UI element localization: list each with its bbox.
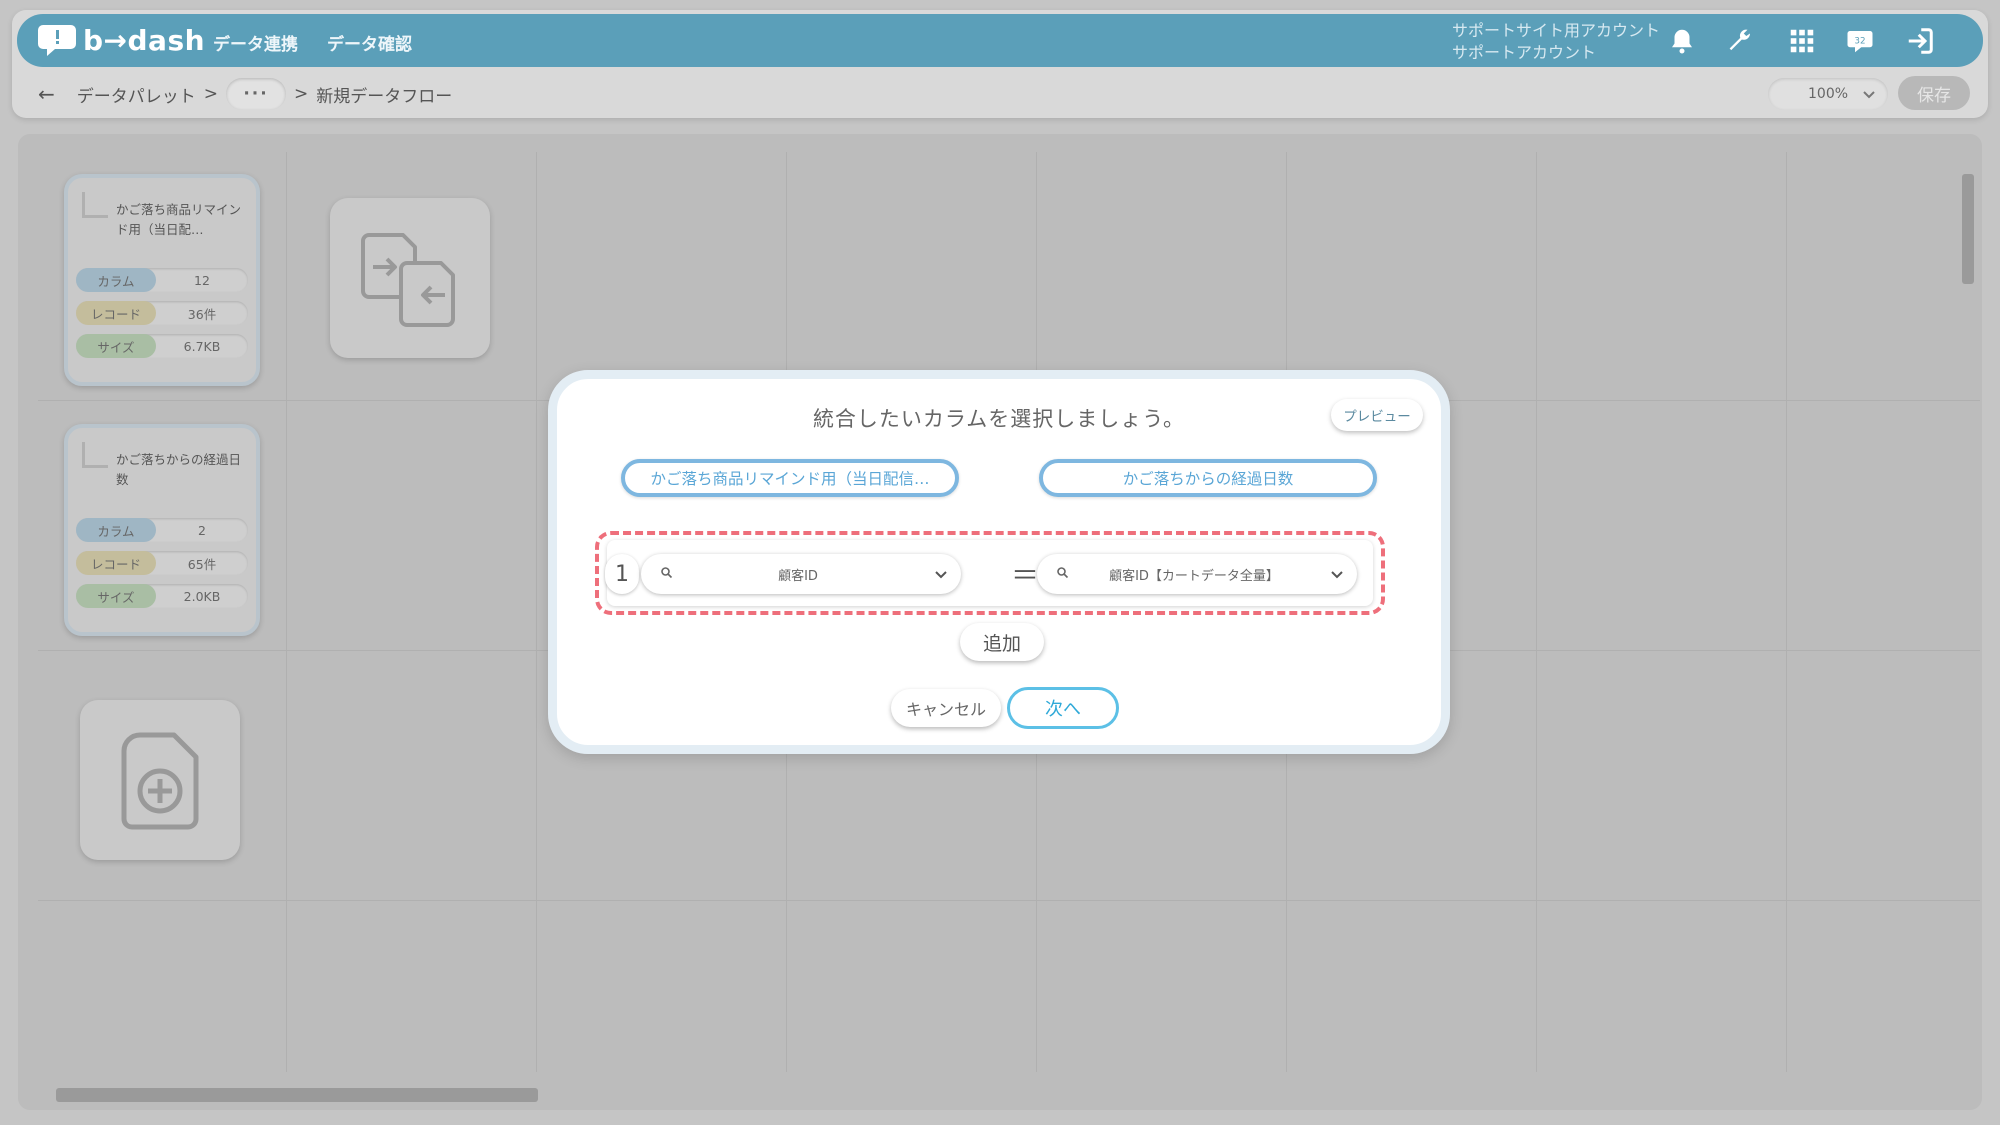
- chat-badge-icon[interactable]: 32: [1843, 24, 1877, 58]
- add-file-icon: [121, 732, 199, 830]
- nav-data-integration[interactable]: データ連携: [213, 30, 298, 55]
- merge-node[interactable]: [330, 198, 490, 358]
- right-column-select[interactable]: 顧客ID【カートデータ全量】: [1037, 554, 1357, 594]
- node-title: かご落ちからの経過日数: [116, 452, 242, 487]
- apps-grid-icon[interactable]: [1785, 24, 1819, 58]
- join-condition-highlight: 1 顧客ID ＝ 顧客ID【カートデータ全量】: [595, 531, 1385, 615]
- account-info[interactable]: サポートサイト用アカウント サポートアカウント: [1452, 20, 1660, 64]
- brand-logo[interactable]: b→dash: [37, 20, 205, 60]
- search-icon: [1057, 567, 1069, 579]
- cancel-button[interactable]: キャンセル: [891, 689, 1001, 727]
- document-icon: [82, 192, 108, 218]
- left-column-value: 顧客ID: [778, 568, 818, 584]
- chevron-down-icon: [1331, 571, 1343, 579]
- add-condition-button[interactable]: 追加: [960, 623, 1044, 661]
- search-icon: [661, 567, 673, 579]
- bell-icon[interactable]: [1665, 24, 1699, 58]
- zoom-value: 100%: [1808, 86, 1849, 102]
- stat-size: サイズ 2.0KB: [76, 584, 248, 608]
- node-title: かご落ち商品リマインド用（当日配…: [116, 202, 242, 237]
- scrollbar-thumb[interactable]: [56, 1088, 538, 1102]
- breadcrumb-root[interactable]: データパレット: [77, 82, 196, 107]
- join-condition-row: 1 顧客ID ＝ 顧客ID【カートデータ全量】: [605, 540, 1373, 606]
- top-nav-bar: b→dash データ連携 データ確認 サポートサイト用アカウント サポートアカウ…: [17, 14, 1983, 67]
- stat-columns: カラム 12: [76, 268, 248, 292]
- stat-columns: カラム 2: [76, 518, 248, 542]
- equals-sign: ＝: [1011, 559, 1040, 592]
- add-data-node[interactable]: [80, 700, 240, 860]
- breadcrumb-more-button[interactable]: ···: [226, 78, 287, 110]
- row-number: 1: [605, 554, 639, 594]
- stat-records: レコード 65件: [76, 551, 248, 575]
- back-arrow-icon[interactable]: ←: [38, 82, 55, 106]
- left-column-select[interactable]: 顧客ID: [641, 554, 961, 594]
- account-name: サポートサイト用アカウント: [1452, 21, 1661, 40]
- horizontal-scrollbar[interactable]: [38, 1086, 1958, 1102]
- logout-icon[interactable]: [1903, 24, 1937, 58]
- save-button[interactable]: 保存: [1898, 76, 1970, 110]
- account-sub: サポートアカウント: [1452, 43, 1597, 62]
- vertical-scrollbar[interactable]: [1960, 158, 1976, 1078]
- document-icon: [82, 442, 108, 468]
- merge-files-icon: [361, 233, 455, 327]
- data-node-2[interactable]: かご落ちからの経過日数 カラム 2 レコード 65件 サイズ 2.0KB: [64, 424, 260, 636]
- breadcrumb: ← データパレット > ··· > 新規データフロー: [38, 78, 453, 110]
- next-button[interactable]: 次へ: [1007, 687, 1119, 729]
- modal-title: 統合したいカラムを選択しましょう。: [812, 407, 1186, 431]
- join-columns-modal: 統合したいカラムを選択しましょう。 プレビュー かご落ち商品リマインド用（当日配…: [548, 370, 1450, 754]
- right-source-button[interactable]: かご落ちからの経過日数: [1039, 459, 1377, 497]
- breadcrumb-current: 新規データフロー: [316, 86, 453, 107]
- stat-records: レコード 36件: [76, 301, 248, 325]
- wrench-icon[interactable]: [1723, 24, 1757, 58]
- speech-bubble-logo-icon: [37, 23, 77, 57]
- chevron-down-icon: [1863, 91, 1875, 99]
- breadcrumb-separator: >: [294, 84, 309, 104]
- scrollbar-thumb[interactable]: [1962, 174, 1974, 284]
- zoom-select[interactable]: 100%: [1768, 78, 1888, 110]
- svg-text:32: 32: [1854, 37, 1865, 47]
- nav-data-check[interactable]: データ確認: [327, 30, 412, 55]
- preview-button[interactable]: プレビュー: [1331, 399, 1423, 431]
- data-node-1[interactable]: かご落ち商品リマインド用（当日配… カラム 12 レコード 36件 サイズ 6.7KB: [64, 174, 260, 386]
- left-source-button[interactable]: かご落ち商品リマインド用（当日配信…: [621, 459, 959, 497]
- stat-size: サイズ 6.7KB: [76, 334, 248, 358]
- chevron-down-icon: [935, 571, 947, 579]
- right-column-value: 顧客ID【カートデータ全量】: [1109, 568, 1279, 584]
- breadcrumb-separator: >: [203, 84, 219, 104]
- brand-name: b→dash: [83, 23, 206, 57]
